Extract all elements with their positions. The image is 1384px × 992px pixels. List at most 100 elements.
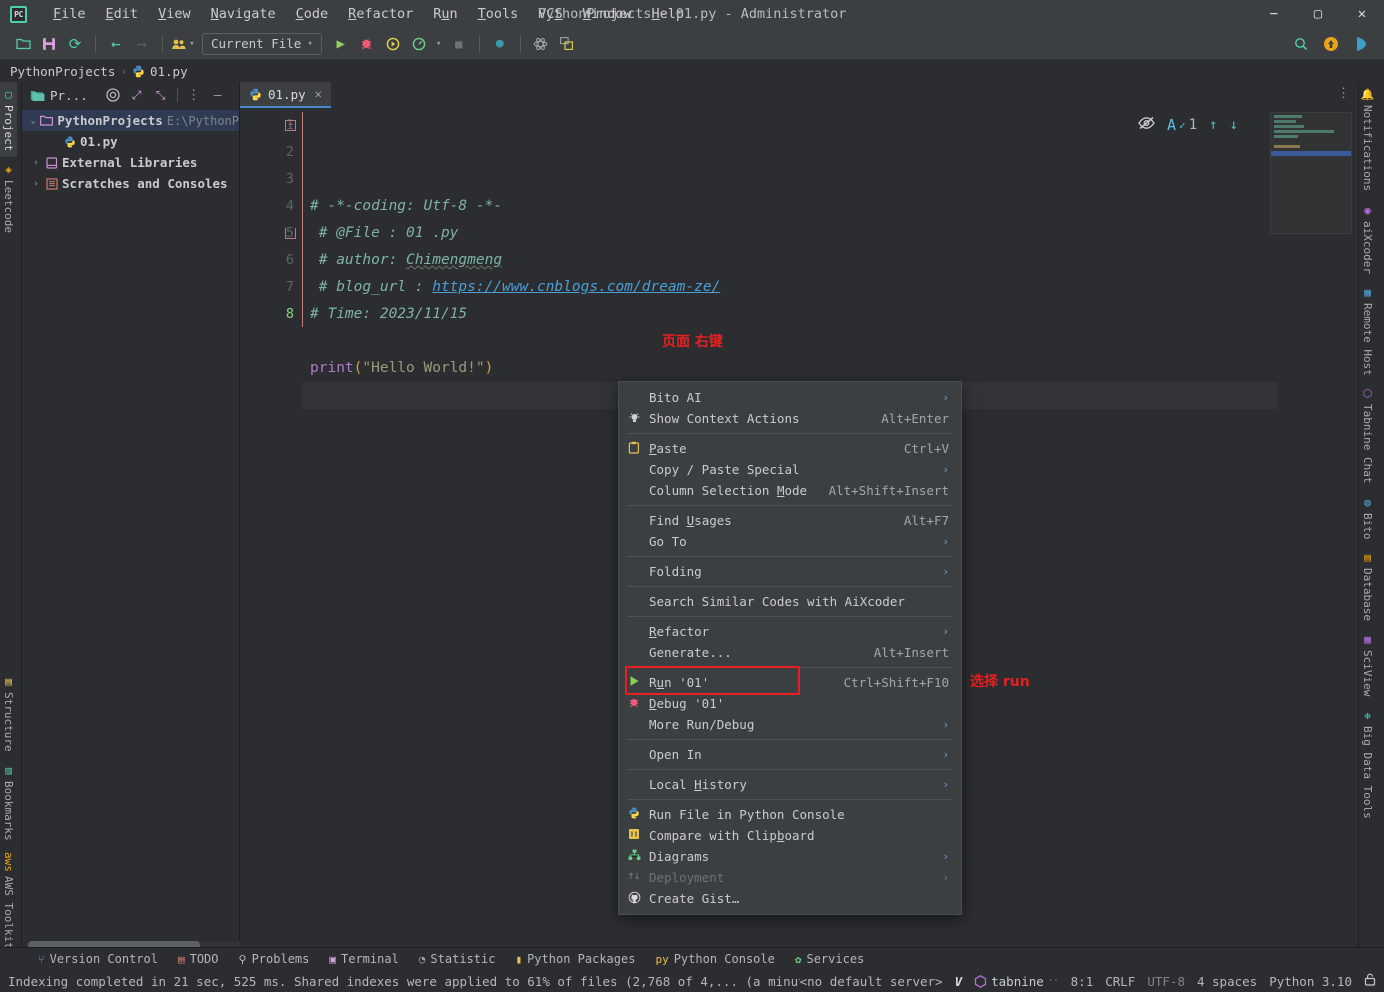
lock-icon[interactable]	[1364, 973, 1376, 989]
menu-edit[interactable]: Edit	[96, 3, 149, 25]
select-opened-file-icon[interactable]	[102, 85, 124, 105]
context-menu-item-compare-with-clipboard[interactable]: Compare with Clipboard	[619, 825, 961, 846]
hide-panel-icon[interactable]: —	[207, 85, 229, 105]
maximize-button[interactable]: ▢	[1296, 0, 1340, 28]
open-folder-icon[interactable]	[10, 32, 36, 56]
ide-assistant-icon[interactable]	[1348, 32, 1374, 56]
minimize-button[interactable]: −	[1252, 0, 1296, 28]
context-menu-item-column-selection-mode[interactable]: Column Selection ModeAlt+Shift+Insert	[619, 480, 961, 501]
context-menu-item-bito-ai[interactable]: Bito AI›	[619, 387, 961, 408]
menu-refactor[interactable]: Refactor	[338, 3, 423, 25]
sync-refresh-icon[interactable]: ⟳	[62, 32, 88, 56]
expand-all-icon[interactable]: ⤢	[126, 85, 148, 105]
context-menu-item-find-usages[interactable]: Find UsagesAlt+F7	[619, 510, 961, 531]
fold-marker-bottom[interactable]	[285, 228, 296, 239]
tree-expand-arrow-icon[interactable]: ›	[30, 179, 42, 189]
next-highlight-icon[interactable]: ↓	[1230, 117, 1238, 133]
collapse-all-icon[interactable]: ⤡	[150, 85, 172, 105]
indent-setting[interactable]: 4 spaces	[1197, 974, 1257, 989]
context-menu-item-paste[interactable]: PasteCtrl+V	[619, 438, 961, 459]
file-encoding[interactable]: UTF-8	[1147, 974, 1185, 989]
tool-stripe-item-project[interactable]: ▢Project	[0, 82, 17, 157]
code-with-me-icon[interactable]: ▾	[170, 32, 196, 56]
tool-stripe-item-notifications[interactable]: 🔔Notifications	[1359, 82, 1376, 198]
tree-node-01-py[interactable]: 01.py	[22, 131, 239, 152]
editor-tab-01py[interactable]: 01.py ✕	[240, 82, 331, 108]
context-menu-item-refactor[interactable]: Refactor›	[619, 621, 961, 642]
tool-stripe-item-tabnine-chat[interactable]: ⬡Tabnine Chat	[1359, 381, 1376, 489]
menu-file[interactable]: File	[43, 3, 96, 25]
menu-view[interactable]: View	[148, 3, 201, 25]
update-badge-icon[interactable]	[1318, 32, 1344, 56]
tool-stripe-item-sciview[interactable]: ▦SciView	[1359, 627, 1376, 702]
save-all-icon[interactable]	[36, 32, 62, 56]
context-menu-item-generate[interactable]: Generate...Alt+Insert	[619, 642, 961, 663]
context-menu-item-open-in[interactable]: Open In›	[619, 744, 961, 765]
run-configuration-selector[interactable]: Current File ▾	[202, 33, 322, 55]
context-menu-item-show-context-actions[interactable]: Show Context ActionsAlt+Enter	[619, 408, 961, 429]
breadcrumb-project[interactable]: PythonProjects	[10, 64, 115, 79]
tool-stripe-item-database[interactable]: ▤Database	[1359, 545, 1376, 627]
run-icon[interactable]: ▶	[328, 32, 354, 56]
line-separator[interactable]: CRLF	[1105, 974, 1135, 989]
tree-node-external-libraries[interactable]: ›External Libraries	[22, 152, 239, 173]
tree-node-pythonprojects[interactable]: ⌄PythonProjectsE:\PythonP	[22, 110, 239, 131]
tree-node-scratches-and-consoles[interactable]: ›Scratches and Consoles	[22, 173, 239, 194]
menu-run[interactable]: Run	[423, 3, 467, 25]
fold-marker-top[interactable]: −	[285, 120, 296, 131]
python-interpreter[interactable]: Python 3.10	[1269, 974, 1352, 989]
back-arrow-icon[interactable]: ←	[103, 32, 129, 56]
close-button[interactable]: ✕	[1340, 0, 1384, 28]
tool-stripe-item-aixcoder[interactable]: ◉aiXcoder	[1359, 198, 1376, 280]
project-panel-title-group[interactable]: Pr...	[26, 88, 92, 103]
editor-tab-options-icon[interactable]: ⋮	[1337, 86, 1350, 101]
tool-window-button-version-control[interactable]: ⑂Version Control	[28, 950, 168, 968]
tree-expand-arrow-icon[interactable]: ›	[30, 158, 42, 168]
tool-window-button-terminal[interactable]: ▣Terminal	[319, 950, 408, 968]
tabnine-status-widget[interactable]: tabnine ··	[974, 974, 1059, 989]
tool-stripe-item-leetcode[interactable]: ◈Leetcode	[0, 157, 17, 239]
tree-expand-arrow-icon[interactable]: ⌄	[30, 116, 36, 126]
inspection-status-group[interactable]: A ✓ 1	[1167, 116, 1197, 134]
context-menu-item-more-run-debug[interactable]: More Run/Debug›	[619, 714, 961, 735]
debug-icon[interactable]	[354, 32, 380, 56]
menu-vcs[interactable]: VCS	[528, 3, 572, 25]
tool-window-button-python-console[interactable]: pyPython Console	[645, 950, 784, 968]
profiler-icon[interactable]	[406, 32, 432, 56]
menu-tools[interactable]: Tools	[468, 3, 529, 25]
atom-science-icon[interactable]	[528, 32, 554, 56]
tool-window-button-todo[interactable]: ▤TODO	[168, 950, 229, 968]
search-everywhere-icon[interactable]	[1288, 32, 1314, 56]
context-menu-item-folding[interactable]: Folding›	[619, 561, 961, 582]
caret-position[interactable]: 8:1	[1071, 974, 1094, 989]
tool-stripe-item-aws-toolkit[interactable]: awsAWS Toolkit	[0, 846, 17, 955]
vcs-widget-icon[interactable]: V	[955, 974, 963, 989]
menu-help[interactable]: Help	[641, 3, 694, 25]
menu-window[interactable]: Window	[573, 3, 642, 25]
stop-icon[interactable]: ■	[446, 32, 472, 56]
tool-window-button-python-packages[interactable]: ▮Python Packages	[505, 950, 645, 968]
tool-stripe-item-remote-host[interactable]: ▦Remote Host	[1359, 280, 1376, 382]
context-menu-item-go-to[interactable]: Go To›	[619, 531, 961, 552]
context-menu-item-create-gist[interactable]: Create Gist…	[619, 888, 961, 909]
editor-minimap[interactable]	[1270, 112, 1352, 234]
previous-highlight-icon[interactable]: ↑	[1209, 117, 1217, 133]
tool-stripe-item-structure[interactable]: ▤Structure	[0, 669, 17, 758]
plugin-update-icon[interactable]	[554, 32, 580, 56]
context-menu-item-diagrams[interactable]: Diagrams›	[619, 846, 961, 867]
context-menu-item-debug-01[interactable]: Debug '01'	[619, 693, 961, 714]
breadcrumb-file[interactable]: 01.py	[150, 64, 188, 79]
tool-stripe-item-big-data-tools[interactable]: ❉Big Data Tools	[1359, 703, 1376, 825]
context-menu-item-copy-paste-special[interactable]: Copy / Paste Special›	[619, 459, 961, 480]
tool-window-button-problems[interactable]: ⚲Problems	[229, 950, 320, 968]
context-menu-item-run-file-in-python-console[interactable]: Run File in Python Console	[619, 804, 961, 825]
options-menu-icon[interactable]: ⋮	[183, 85, 205, 105]
tool-stripe-item-bookmarks[interactable]: ▥Bookmarks	[0, 758, 17, 847]
hide-inspections-icon[interactable]	[1138, 116, 1155, 134]
tool-stripe-item-bito[interactable]: ◍Bito	[1359, 490, 1376, 546]
run-coverage-icon[interactable]	[380, 32, 406, 56]
tool-window-button-statistic[interactable]: ◔Statistic	[409, 950, 506, 968]
context-menu-item-run-01[interactable]: Run '01'Ctrl+Shift+F10	[619, 672, 961, 693]
context-menu-item-search-similar-codes-with-aixcoder[interactable]: Search Similar Codes with AiXcoder	[619, 591, 961, 612]
tool-window-button-services[interactable]: ✿Services	[785, 950, 874, 968]
